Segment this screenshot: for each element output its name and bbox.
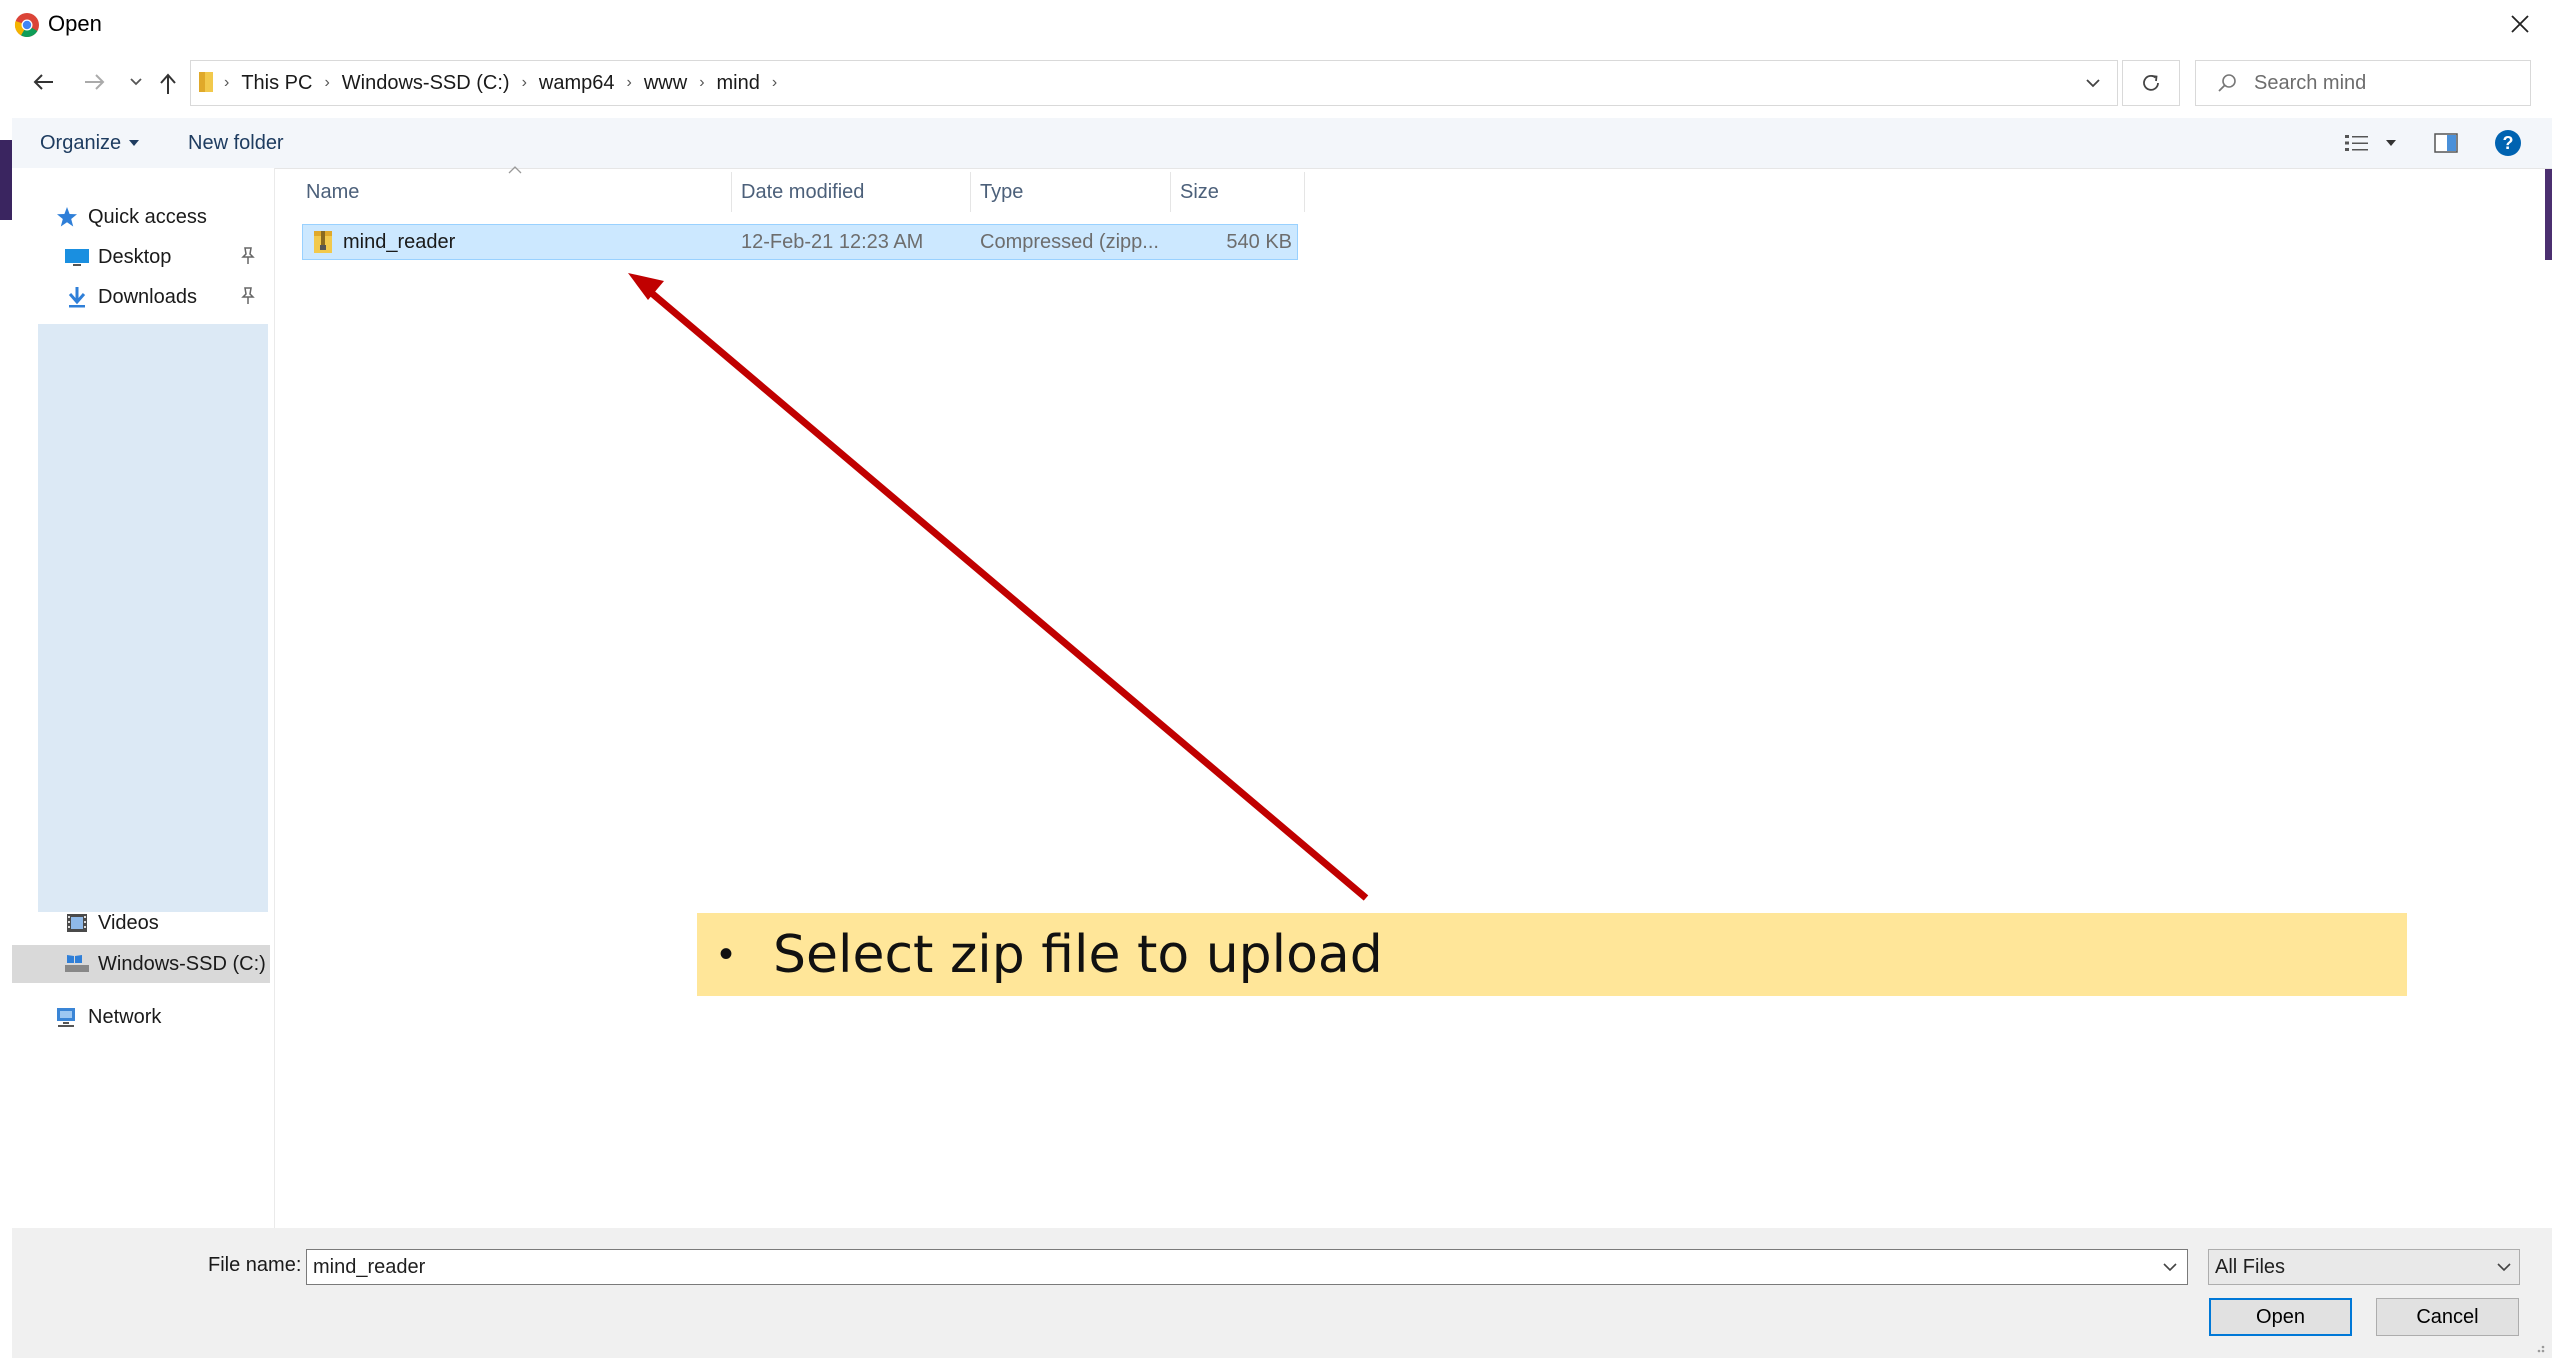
zip-folder-icon bbox=[312, 229, 334, 255]
footer-panel bbox=[12, 1228, 2552, 1358]
refresh-icon[interactable] bbox=[2122, 60, 2180, 106]
column-divider[interactable] bbox=[970, 172, 971, 212]
column-divider[interactable] bbox=[1304, 172, 1305, 212]
sidebar-item-label: Network bbox=[88, 1005, 162, 1028]
breadcrumb-this-pc[interactable]: This PC bbox=[231, 72, 322, 95]
recent-locations-chevron-icon[interactable] bbox=[118, 64, 154, 100]
back-arrow-icon[interactable] bbox=[26, 64, 62, 100]
view-options-icon[interactable] bbox=[2344, 118, 2370, 168]
file-name-cell: mind_reader bbox=[343, 230, 456, 253]
annotation-arrow bbox=[628, 273, 1369, 901]
search-placeholder: Search mind bbox=[2254, 71, 2367, 94]
breadcrumb-www[interactable]: www bbox=[634, 72, 697, 95]
file-size-cell: 540 KB bbox=[1226, 230, 1292, 253]
preview-pane-icon[interactable] bbox=[2434, 118, 2458, 168]
title-bar bbox=[0, 0, 2552, 50]
sidebar-item-downloads[interactable]: Downloads bbox=[12, 279, 270, 315]
bullet-point: • bbox=[719, 932, 734, 976]
star-icon bbox=[54, 204, 80, 230]
chevron-right-icon: › bbox=[224, 74, 230, 91]
view-dropdown-icon[interactable] bbox=[2386, 118, 2396, 168]
caret-down-icon bbox=[129, 140, 140, 146]
organize-button[interactable]: Organize bbox=[40, 118, 140, 168]
sidebar-item-label: Desktop bbox=[98, 245, 172, 268]
file-name-input[interactable]: mind_reader bbox=[306, 1249, 2188, 1285]
file-name-label: File name: bbox=[208, 1254, 302, 1276]
new-folder-button[interactable]: New folder bbox=[188, 118, 284, 168]
forward-arrow-icon[interactable] bbox=[76, 64, 112, 100]
breadcrumb-mind[interactable]: mind bbox=[707, 72, 770, 95]
sort-ascending-icon bbox=[508, 166, 522, 174]
command-bar bbox=[12, 118, 2552, 169]
sidebar-item-label: Downloads bbox=[98, 285, 197, 308]
search-icon bbox=[2216, 72, 2238, 94]
sidebar-item-windows-ssd[interactable]: Windows-SSD (C:) bbox=[12, 945, 270, 983]
navigation-pane-obscured-region bbox=[38, 324, 268, 912]
sidebar-item-label: Windows-SSD (C:) bbox=[98, 952, 266, 975]
cancel-button[interactable]: Cancel bbox=[2376, 1298, 2519, 1336]
download-icon bbox=[64, 284, 90, 310]
sidebar-item-videos[interactable]: Videos bbox=[12, 905, 270, 941]
sidebar-item-label: Videos bbox=[98, 911, 159, 934]
video-icon bbox=[64, 910, 90, 936]
sidebar-item-label: Quick access bbox=[88, 205, 207, 228]
column-divider[interactable] bbox=[1170, 172, 1171, 212]
chevron-right-icon: › bbox=[324, 74, 330, 91]
breadcrumb: › This PC › Windows-SSD (C:) › wamp64 › … bbox=[222, 60, 779, 106]
chevron-right-icon[interactable]: › bbox=[770, 74, 779, 92]
annotation-callout: • Select zip file to upload bbox=[697, 913, 2407, 996]
file-type-dropdown-icon[interactable] bbox=[2490, 1250, 2518, 1284]
address-dropdown-icon[interactable] bbox=[2070, 60, 2116, 106]
pin-icon[interactable] bbox=[240, 247, 256, 265]
help-icon[interactable]: ? bbox=[2494, 118, 2522, 168]
file-type-cell: Compressed (zipp... bbox=[980, 230, 1159, 253]
sidebar-item-quick-access[interactable]: Quick access bbox=[12, 199, 270, 235]
file-type-select[interactable]: All Files bbox=[2208, 1249, 2520, 1285]
folder-icon bbox=[198, 70, 216, 94]
network-icon bbox=[54, 1004, 80, 1030]
file-date-cell: 12-Feb-21 12:23 AM bbox=[741, 230, 924, 253]
pin-icon[interactable] bbox=[240, 287, 256, 305]
sidebar-item-network[interactable]: Network bbox=[12, 999, 270, 1035]
column-header-type[interactable]: Type bbox=[980, 172, 1023, 212]
search-input[interactable]: Search mind bbox=[2195, 60, 2531, 106]
up-arrow-icon[interactable] bbox=[150, 66, 186, 102]
chrome-icon bbox=[14, 12, 40, 38]
organize-label: Organize bbox=[40, 131, 122, 154]
file-name-dropdown-icon[interactable] bbox=[2154, 1250, 2186, 1284]
sidebar-item-desktop[interactable]: Desktop bbox=[12, 239, 270, 275]
chevron-right-icon: › bbox=[521, 74, 527, 91]
svg-text:?: ? bbox=[2503, 133, 2514, 153]
chevron-right-icon: › bbox=[626, 74, 632, 91]
close-icon[interactable] bbox=[2500, 6, 2540, 42]
resize-grip-icon[interactable] bbox=[2530, 1338, 2546, 1354]
desktop-icon bbox=[64, 244, 90, 270]
open-button[interactable]: Open bbox=[2209, 1298, 2352, 1336]
column-header-date-modified[interactable]: Date modified bbox=[741, 172, 864, 212]
column-header-size[interactable]: Size bbox=[1180, 172, 1219, 212]
annotation-text: Select zip file to upload bbox=[773, 924, 1383, 985]
breadcrumb-drive[interactable]: Windows-SSD (C:) bbox=[332, 72, 520, 95]
window-title: Open bbox=[48, 11, 102, 36]
drive-icon bbox=[64, 951, 90, 977]
chevron-right-icon: › bbox=[699, 74, 705, 91]
column-header-name[interactable]: Name bbox=[306, 172, 359, 212]
column-divider[interactable] bbox=[731, 172, 732, 212]
breadcrumb-wamp64[interactable]: wamp64 bbox=[529, 72, 625, 95]
